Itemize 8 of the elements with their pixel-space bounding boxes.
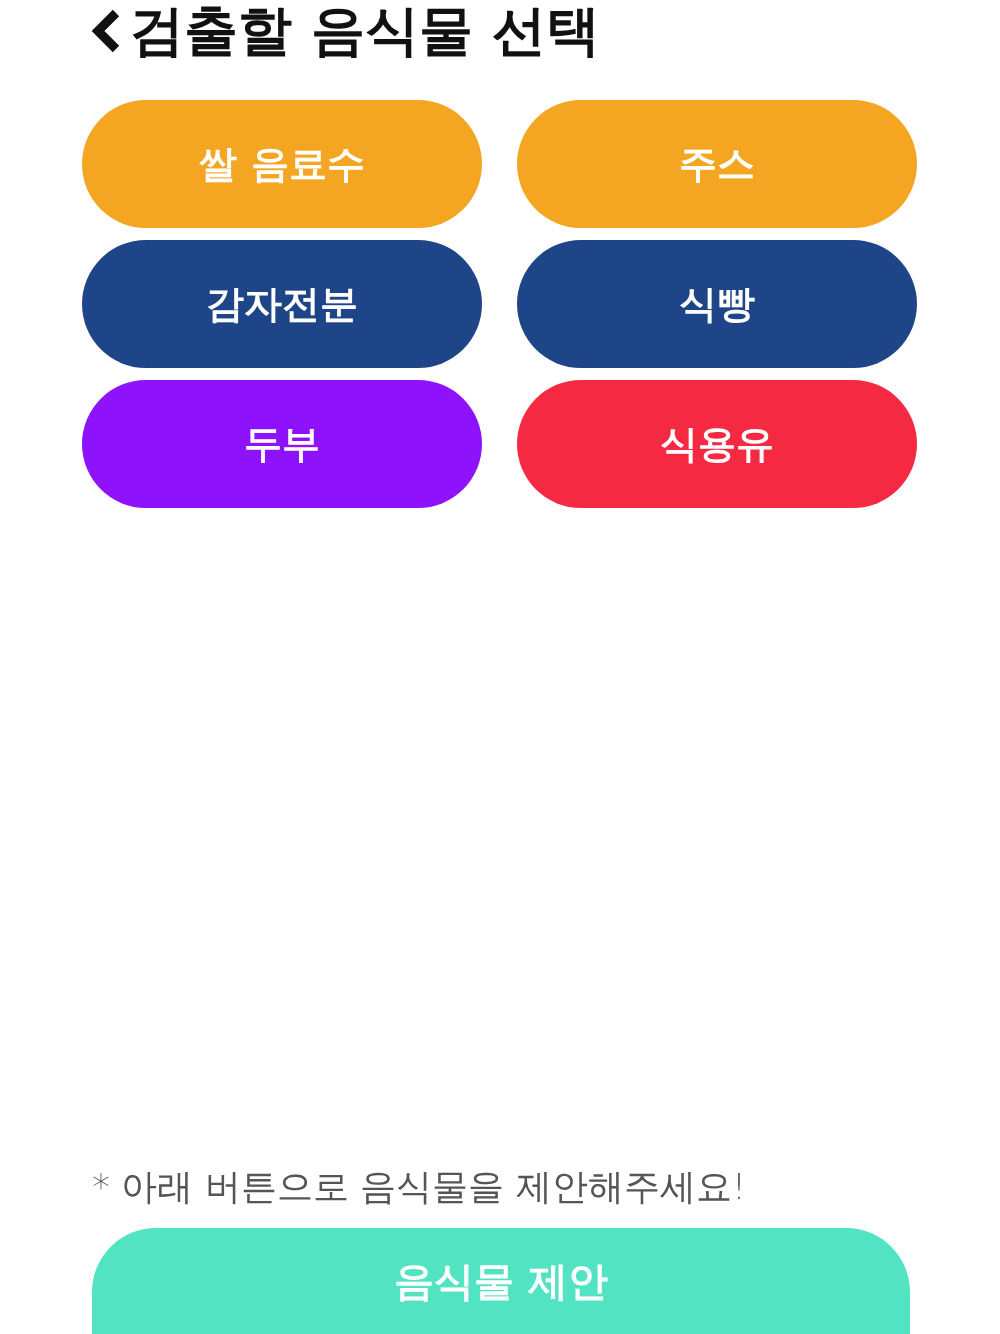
page-title: 검출할 음식물 선택 <box>130 0 600 63</box>
food-option-button[interactable]: 식용유 <box>517 380 917 509</box>
food-option-button[interactable]: 감자전분 <box>82 240 482 369</box>
food-option-button[interactable]: 주스 <box>517 100 917 229</box>
food-option-button[interactable]: 식빵 <box>517 240 917 369</box>
food-option-button[interactable]: 두부 <box>82 380 482 509</box>
food-option-button[interactable]: 쌀 음료수 <box>82 100 482 229</box>
suggestion-note: * 아래 버튼으로 음식물을 제안해주세요! <box>92 1165 748 1209</box>
